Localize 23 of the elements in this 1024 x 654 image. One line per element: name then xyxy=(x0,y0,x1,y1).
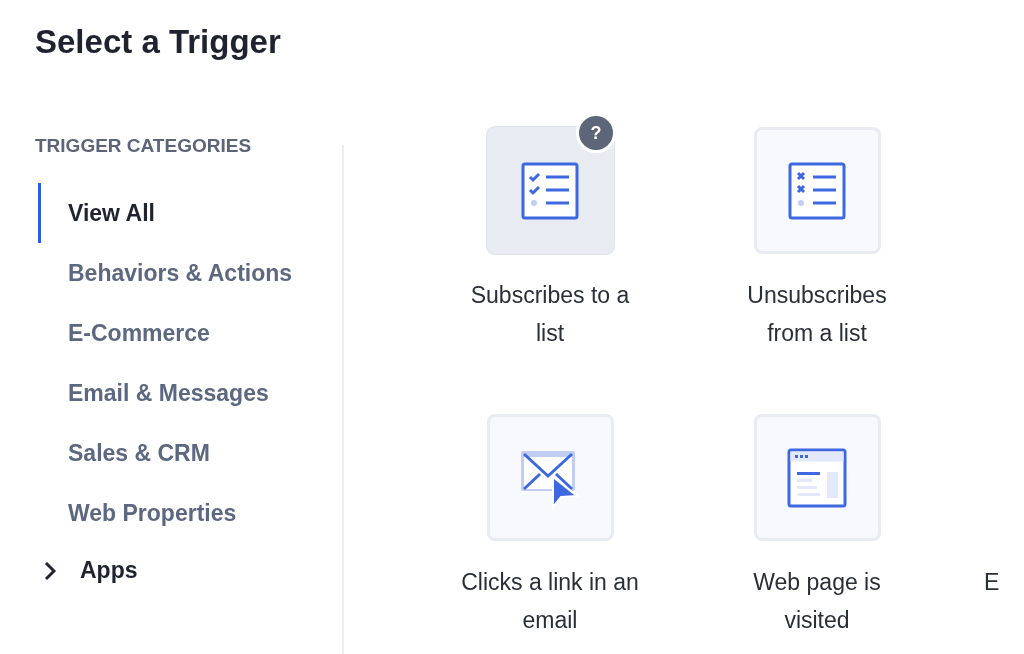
trigger-label: E xyxy=(984,568,1001,597)
trigger-label: Clicks a link in an email xyxy=(460,568,640,635)
trigger-label: Subscribes to a list xyxy=(469,281,631,348)
category-item[interactable]: Email & Messages xyxy=(38,363,269,423)
apps-category[interactable]: Apps xyxy=(80,557,138,584)
category-item[interactable]: Behaviors & Actions xyxy=(38,243,293,303)
category-item[interactable]: Sales & CRM xyxy=(38,423,210,483)
chevron-icon[interactable] xyxy=(44,560,56,581)
cross-list-icon xyxy=(788,161,846,220)
category-item[interactable]: E-Commerce xyxy=(38,303,210,363)
trigger-tile[interactable] xyxy=(753,127,881,254)
trigger-tile[interactable] xyxy=(753,414,881,541)
category-item[interactable]: View All xyxy=(38,183,155,243)
trigger-tile[interactable] xyxy=(486,127,614,254)
category-item[interactable]: Web Properties xyxy=(38,483,237,543)
trigger-tile[interactable] xyxy=(486,414,614,541)
help-badge[interactable]: ? xyxy=(576,113,616,153)
page-title: Select a Trigger xyxy=(35,22,282,62)
trigger-label: Unsubscribes from a list xyxy=(746,281,888,348)
checklist-icon xyxy=(521,161,579,220)
trigger-label: Web page is visited xyxy=(752,568,882,635)
webpage-icon xyxy=(787,447,847,508)
categories-heading: TRIGGER CATEGORIES xyxy=(35,135,253,157)
